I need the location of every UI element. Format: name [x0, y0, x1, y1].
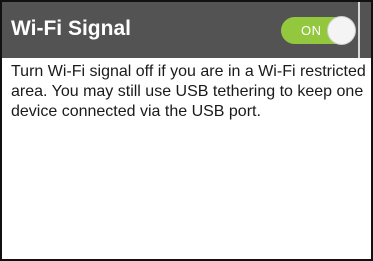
toggle-knob[interactable]: [328, 17, 355, 44]
panel-description: Turn Wi-Fi signal off if you are in a Wi…: [11, 63, 366, 120]
header-tail: [360, 2, 371, 58]
wifi-signal-panel: Wi-Fi Signal ON Turn Wi-Fi signal off if…: [0, 0, 373, 261]
toggle-state-label: ON: [301, 23, 322, 38]
panel-header: Wi-Fi Signal ON: [2, 2, 358, 58]
wifi-signal-toggle[interactable]: ON: [281, 17, 355, 44]
panel-title: Wi-Fi Signal: [11, 17, 131, 40]
